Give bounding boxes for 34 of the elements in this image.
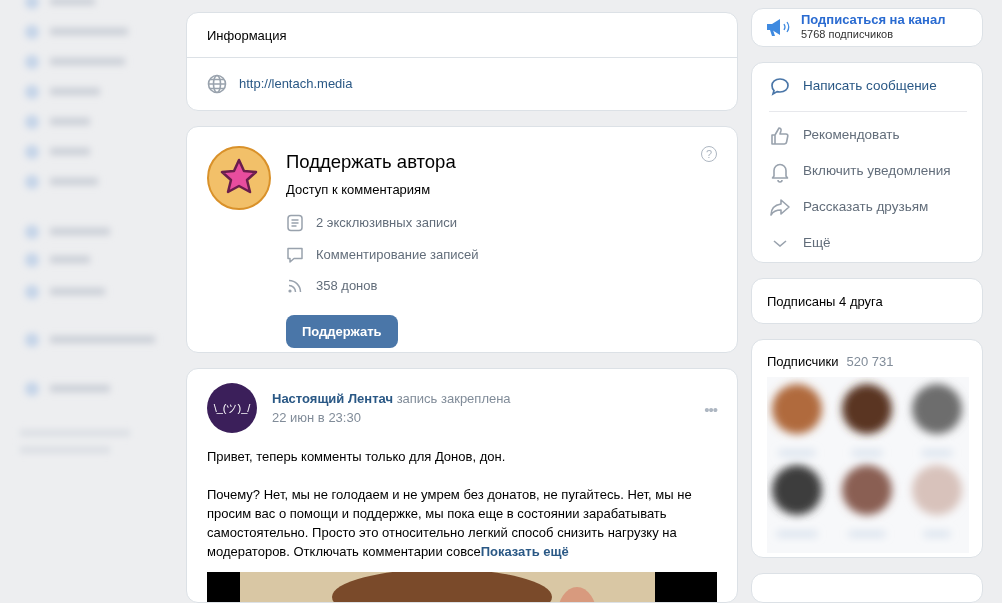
post-date[interactable]: 22 июн в 23:30 [272, 408, 511, 427]
action-link[interactable]: Написать сообщение [752, 68, 982, 105]
post-text: Привет, теперь комменты только для Донов, дон. [207, 448, 507, 466]
section-title: Информация [187, 13, 737, 58]
subscribe-link[interactable]: Подписаться на канал [801, 12, 946, 28]
support-subtitle: Доступ к комментариям [286, 180, 432, 199]
subscribers-count: 520 731 [846, 352, 894, 371]
action-link[interactable]: Ещё [752, 225, 982, 262]
rss-icon [286, 277, 304, 295]
author-name[interactable]: Настоящий Лентач [272, 391, 393, 406]
comment-icon [286, 245, 304, 264]
share-icon [769, 196, 791, 219]
author-avatar[interactable]: \_(ツ)_/ [207, 383, 257, 433]
star-cookie-icon [207, 146, 271, 210]
friends-title: Подписаны 4 друга [767, 292, 884, 311]
feature-text: Комментирование записей [316, 245, 479, 264]
post-text: Почему? Нет, мы не голодаем и не умрем без донатов, не пугайтесь. Нет, мы не просим вас о помощи и поддержке, мы пока еще в состоянии зарабатывать самостоятельно. Просто это относительно легкий способ снизить нагрузку на модераторов. Отключать комментарии совсеПоказать ещё [207, 486, 693, 561]
support-button[interactable]: Поддержать [286, 314, 398, 349]
feature-text: 358 донов [316, 277, 378, 296]
support-title: Поддержать автора [286, 150, 457, 174]
document-icon [286, 214, 304, 232]
subscriber-count: 5768 подписчиков [801, 27, 895, 43]
action-link[interactable]: Включить уведомления [752, 153, 982, 190]
website-link[interactable]: http://lentach.media [239, 74, 353, 94]
message-icon [769, 75, 791, 98]
action-link[interactable]: Рекомендовать [752, 117, 982, 154]
action-link[interactable]: Рассказать друзьям [752, 189, 982, 226]
globe-icon [207, 74, 227, 94]
thumbs-up-icon [769, 124, 791, 147]
pinned-note: запись закреплена [396, 391, 511, 406]
feature-text: 2 эксклюзивных записи [316, 214, 457, 233]
chevron-down-icon [773, 240, 787, 248]
show-more-link[interactable]: Показать ещё [480, 544, 569, 559]
subscribers-title: Подписчики [767, 352, 839, 371]
